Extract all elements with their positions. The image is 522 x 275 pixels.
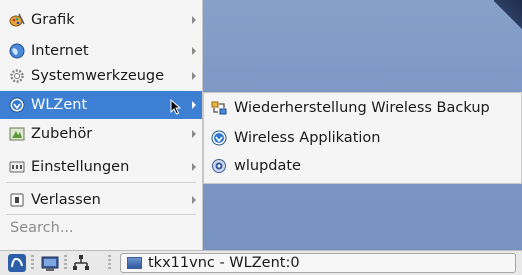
taskbar-window-label: tkx11vnc - WLZent:0 <box>148 255 300 271</box>
search-input[interactable]: Search... <box>10 220 74 236</box>
submenu-arrow-icon <box>192 163 196 171</box>
menu-item-label: Internet <box>31 43 89 59</box>
menu-item-einstellungen[interactable]: Einstellungen <box>0 153 202 181</box>
submenu-item-label: Wireless Applikation <box>234 130 381 146</box>
submenu-item-label: Wiederherstellung Wireless Backup <box>234 100 490 116</box>
system-gear-icon <box>9 68 25 84</box>
submenu-item-wiederherstellung[interactable]: Wiederherstellung Wireless Backup <box>204 94 521 122</box>
submenu-arrow-icon <box>192 130 196 138</box>
menu-item-label: Systemwerkzeuge <box>31 68 165 84</box>
desktop-pager-icon[interactable] <box>41 254 59 272</box>
accessories-icon <box>9 126 25 142</box>
window-icon <box>127 257 142 269</box>
submenu-item-wireless-applikation[interactable]: Wireless Applikation <box>204 124 521 152</box>
submenu-item-label: wlupdate <box>234 158 301 174</box>
menu-item-label: Einstellungen <box>31 159 130 175</box>
submenu-arrow-icon <box>192 72 196 80</box>
graphics-icon <box>9 12 25 28</box>
wlzent-icon <box>211 130 227 146</box>
wlzent-submenu: Wiederherstellung Wireless Backup Wirele… <box>203 92 522 184</box>
wlzent-icon <box>9 97 25 113</box>
menu-item-label: Zubehör <box>31 126 93 142</box>
settings-icon <box>9 159 25 175</box>
logout-icon <box>9 192 25 208</box>
submenu-arrow-icon <box>192 16 196 24</box>
menu-item-zubehoer[interactable]: Zubehör <box>0 120 202 148</box>
taskbar: tkx11vnc - WLZent:0 <box>0 250 522 275</box>
menu-separator <box>6 214 196 215</box>
submenu-arrow-icon <box>192 196 196 204</box>
network-icon[interactable] <box>72 254 90 272</box>
menu-item-label: Grafik <box>31 12 75 28</box>
taskbar-separator <box>108 255 111 271</box>
menu-item-label: Verlassen <box>31 192 101 208</box>
menu-separator <box>6 182 196 183</box>
restore-icon <box>211 100 227 116</box>
menu-item-verlassen[interactable]: Verlassen <box>0 186 202 214</box>
start-menu-icon[interactable] <box>8 254 26 272</box>
submenu-arrow-icon <box>192 101 196 109</box>
update-icon <box>211 158 227 174</box>
submenu-arrow-icon <box>192 47 196 55</box>
application-menu: Grafik Internet Systemwerkzeuge WLZent Z… <box>0 0 203 250</box>
menu-item-label: WLZent <box>31 97 88 113</box>
taskbar-separator <box>64 255 67 271</box>
menu-item-grafik[interactable]: Grafik <box>0 6 202 34</box>
submenu-item-wlupdate[interactable]: wlupdate <box>204 152 521 180</box>
taskbar-separator <box>31 255 34 271</box>
internet-globe-icon <box>9 43 25 59</box>
menu-item-systemwerkzeuge[interactable]: Systemwerkzeuge <box>0 62 202 90</box>
menu-item-internet[interactable]: Internet <box>0 37 202 65</box>
mouse-pointer-icon <box>170 98 182 119</box>
taskbar-window-button[interactable]: tkx11vnc - WLZent:0 <box>120 253 516 273</box>
